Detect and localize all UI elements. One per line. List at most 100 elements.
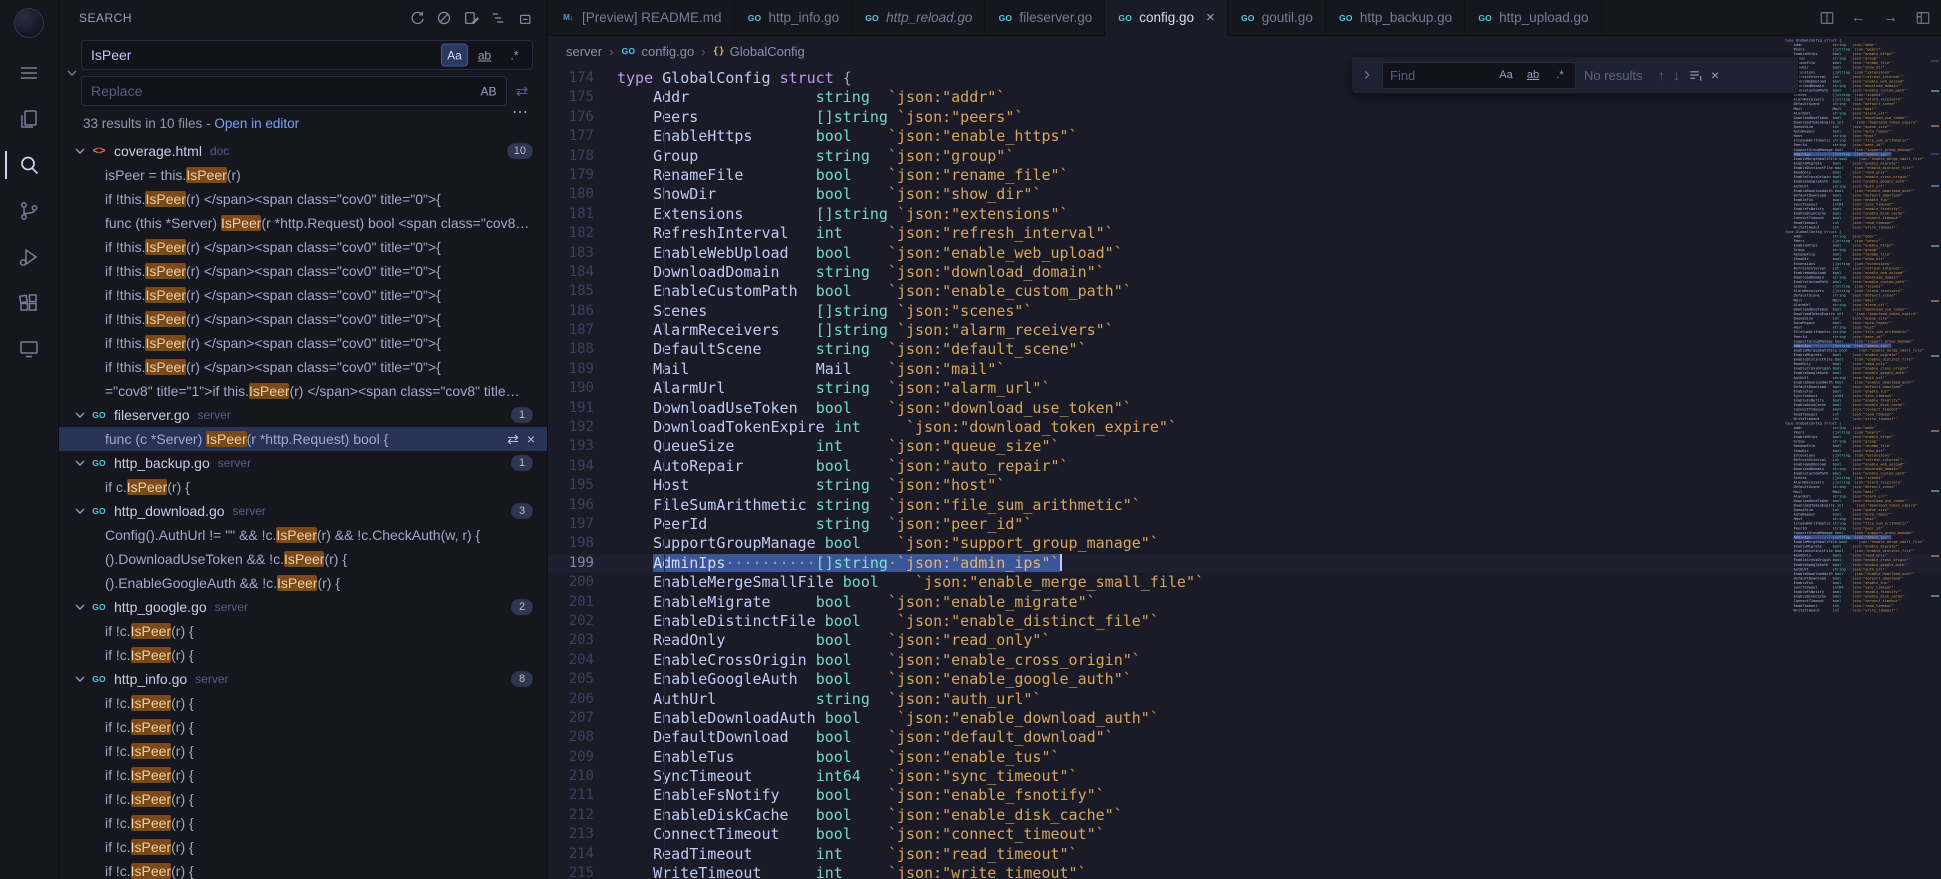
editor-tab[interactable]: GOhttp_backup.go [1326, 0, 1465, 35]
view-as-tree-icon[interactable] [489, 10, 506, 27]
code-line[interactable]: 183 EnableWebUpload bool `json:"enable_w… [548, 244, 1941, 263]
close-icon[interactable]: × [1711, 67, 1719, 83]
navigate-back-icon[interactable]: ← [1850, 9, 1867, 26]
breadcrumb-item[interactable]: GOconfig.go [620, 44, 694, 59]
remote-explorer-icon[interactable] [5, 326, 53, 372]
search-file-row[interactable]: GOhttp_backup.goserver1 [59, 451, 547, 475]
search-match-row[interactable]: func (c *Server) IsPeer(r *http.Request)… [59, 427, 547, 451]
code-line[interactable]: 200 EnableMergeSmallFile bool `json:"ena… [548, 573, 1941, 592]
code-line[interactable]: 206 AuthUrl string `json:"auth_url"` [548, 690, 1941, 709]
clear-search-results-icon[interactable] [435, 10, 452, 27]
code-line[interactable]: 191 DownloadUseToken bool `json:"downloa… [548, 399, 1941, 418]
search-match-row[interactable]: if !this.IsPeer(r) </span><span class="c… [59, 259, 547, 283]
search-match-row[interactable]: if c.IsPeer(r) { [59, 475, 547, 499]
customize-layout-icon[interactable] [1914, 9, 1931, 26]
chevron-down-icon[interactable] [71, 407, 89, 423]
search-match-row[interactable]: if !c.IsPeer(r) { [59, 763, 547, 787]
code-line[interactable]: 196 FileSumArithmetic string `json:"file… [548, 496, 1941, 515]
navigate-forward-icon[interactable]: → [1882, 9, 1899, 26]
code-line[interactable]: 189 Mail Mail `json:"mail"` [548, 360, 1941, 379]
code-line[interactable]: 180 ShowDir bool `json:"show_dir"` [548, 185, 1941, 204]
code-line[interactable]: 192 DownloadTokenExpire int `json:"downl… [548, 418, 1941, 437]
search-match-row[interactable]: if !this.IsPeer(r) </span><span class="c… [59, 187, 547, 211]
code-line[interactable]: 197 PeerId string `json:"peer_id"` [548, 515, 1941, 534]
code-line[interactable]: 185 EnableCustomPath bool `json:"enable_… [548, 282, 1941, 301]
run-debug-icon[interactable] [5, 234, 53, 280]
previous-match-icon[interactable]: ↑ [1658, 67, 1665, 83]
search-match-row[interactable]: if !c.IsPeer(r) { [59, 619, 547, 643]
code-line[interactable]: 208 DefaultDownload bool `json:"default_… [548, 728, 1941, 747]
code-line[interactable]: 187 AlarmReceivers []string `json:"alarm… [548, 321, 1941, 340]
preserve-case-toggle[interactable]: AB [475, 80, 502, 103]
code-line[interactable]: 202 EnableDistinctFile bool `json:"enabl… [548, 612, 1941, 631]
open-new-search-editor-icon[interactable] [462, 10, 479, 27]
toggle-replace-chevron-icon[interactable] [63, 40, 81, 106]
search-file-row[interactable]: GOhttp_google.goserver2 [59, 595, 547, 619]
code-line[interactable]: 184 DownloadDomain string `json:"downloa… [548, 263, 1941, 282]
editor-tab[interactable]: GOgoutil.go [1228, 0, 1326, 35]
menu-icon[interactable] [5, 50, 53, 96]
code-line[interactable]: 205 EnableGoogleAuth bool `json:"enable_… [548, 670, 1941, 689]
breadcrumb-item[interactable]: {}GlobalConfig [713, 44, 805, 59]
code-line[interactable]: 182 RefreshInterval int `json:"refresh_i… [548, 224, 1941, 243]
code-line[interactable]: 210 SyncTimeout int64 `json:"sync_timeou… [548, 767, 1941, 786]
extensions-icon[interactable] [5, 280, 53, 326]
code-line[interactable]: 195 Host string `json:"host"` [548, 476, 1941, 495]
breadcrumb-item[interactable]: server [566, 44, 602, 59]
code-line[interactable]: 188 DefaultScene string `json:"default_s… [548, 340, 1941, 359]
chevron-down-icon[interactable] [71, 503, 89, 519]
editor-tab[interactable]: GOhttp_upload.go [1465, 0, 1601, 35]
source-control-icon[interactable] [5, 188, 53, 234]
code-line[interactable]: 212 EnableDiskCache bool `json:"enable_d… [548, 806, 1941, 825]
search-file-row[interactable]: <>coverage.htmldoc10 [59, 139, 547, 163]
search-match-row[interactable]: if !c.IsPeer(r) { [59, 811, 547, 835]
search-match-row[interactable]: if !this.IsPeer(r) </span><span class="c… [59, 355, 547, 379]
code-line[interactable]: 194 AutoRepair bool `json:"auto_repair"` [548, 457, 1941, 476]
split-editor-icon[interactable] [1818, 9, 1835, 26]
code-line[interactable]: 177 EnableHttps bool `json:"enable_https… [548, 127, 1941, 146]
search-match-row[interactable]: if !c.IsPeer(r) { [59, 787, 547, 811]
code-editor[interactable]: 174type GlobalConfig struct {175 Addr st… [548, 66, 1941, 879]
search-icon[interactable] [5, 142, 53, 188]
minimap[interactable]: type GlobalConfig struct { Addr string `… [1785, 38, 1927, 658]
code-line[interactable]: 207 EnableDownloadAuth bool `json:"enabl… [548, 709, 1941, 728]
search-match-row[interactable]: if !c.IsPeer(r) { [59, 715, 547, 739]
toggle-replace-find-chevron-icon[interactable] [1360, 68, 1374, 82]
overview-ruler[interactable] [1927, 35, 1941, 879]
match-case-toggle[interactable]: Aa [441, 44, 468, 67]
refresh-icon[interactable] [408, 10, 425, 27]
chevron-down-icon[interactable] [71, 455, 89, 471]
replace-input[interactable] [81, 76, 507, 106]
code-line[interactable]: 181 Extensions []string `json:"extension… [548, 205, 1941, 224]
code-line[interactable]: 201 EnableMigrate bool `json:"enable_mig… [548, 593, 1941, 612]
search-match-row[interactable]: if !c.IsPeer(r) { [59, 835, 547, 859]
code-line[interactable]: 178 Group string `json:"group"` [548, 147, 1941, 166]
code-line[interactable]: 204 EnableCrossOrigin bool `json:"enable… [548, 651, 1941, 670]
editor-tab[interactable]: GOhttp_reload.go [852, 0, 985, 35]
match-whole-word-toggle[interactable]: ab [471, 44, 498, 67]
explorer-icon[interactable] [5, 96, 53, 142]
chevron-down-icon[interactable] [71, 143, 89, 159]
search-match-row[interactable]: if !c.IsPeer(r) { [59, 739, 547, 763]
match-whole-word-toggle[interactable]: ab [1521, 65, 1545, 85]
find-in-selection-icon[interactable] [1688, 68, 1703, 83]
search-match-row[interactable]: if !this.IsPeer(r) </span><span class="c… [59, 283, 547, 307]
search-match-row[interactable]: if !this.IsPeer(r) </span><span class="c… [59, 235, 547, 259]
replace-icon[interactable]: ⇄ [507, 431, 519, 448]
search-match-row[interactable]: func (this *Server) IsPeer(r *http.Reque… [59, 211, 547, 235]
code-line[interactable]: 203 ReadOnly bool `json:"read_only"` [548, 631, 1941, 650]
code-line[interactable]: 179 RenameFile bool `json:"rename_file"` [548, 166, 1941, 185]
code-line[interactable]: 214 ReadTimeout int `json:"read_timeout"… [548, 845, 1941, 864]
open-in-editor-link[interactable]: Open in editor [214, 116, 299, 131]
replace-all-icon[interactable]: ⇄ [511, 78, 533, 104]
search-match-row[interactable]: Config().AuthUrl != "" && !c.IsPeer(r) &… [59, 523, 547, 547]
search-match-row[interactable]: if !c.IsPeer(r) { [59, 859, 547, 879]
use-regex-toggle[interactable]: .* [501, 44, 528, 67]
search-match-row[interactable]: if !this.IsPeer(r) </span><span class="c… [59, 307, 547, 331]
code-line[interactable]: 176 Peers []string `json:"peers"` [548, 108, 1941, 127]
search-match-row[interactable]: isPeer = this.IsPeer(r) [59, 163, 547, 187]
app-logo[interactable] [14, 8, 44, 38]
search-file-row[interactable]: GOhttp_download.goserver3 [59, 499, 547, 523]
code-line[interactable]: 193 QueueSize int `json:"queue_size"` [548, 437, 1941, 456]
code-line[interactable]: 186 Scenes []string `json:"scenes"` [548, 302, 1941, 321]
